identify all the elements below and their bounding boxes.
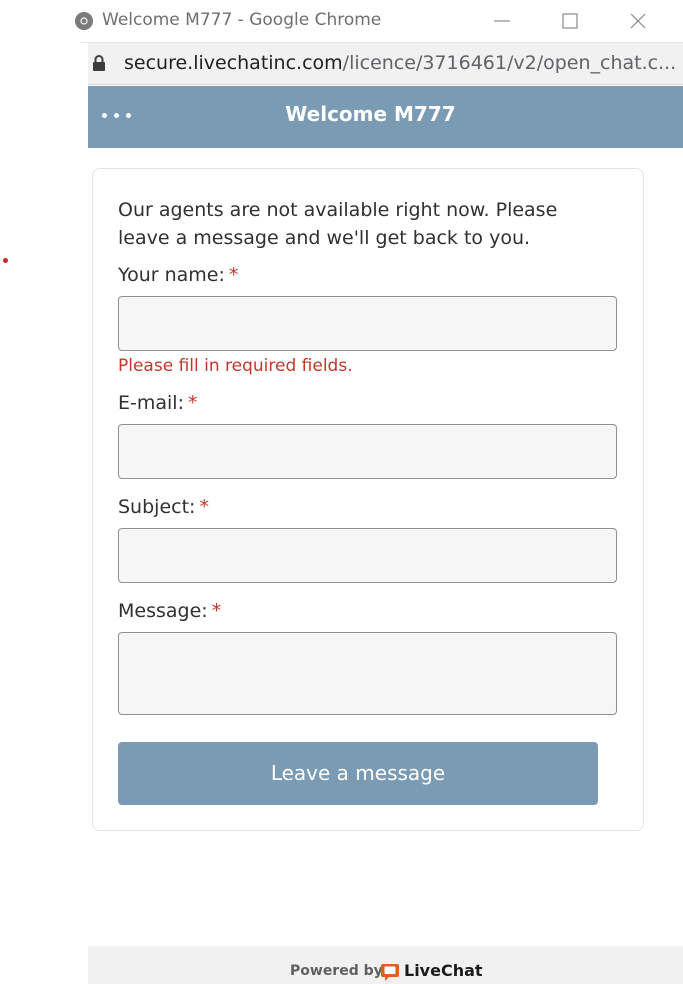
- powered-by-text: Powered by: [290, 963, 383, 979]
- required-marker: *: [199, 496, 209, 518]
- close-icon[interactable]: [626, 9, 650, 33]
- livechat-brand[interactable]: LiveChat: [404, 961, 483, 980]
- red-mark: [3, 258, 8, 263]
- required-marker: *: [228, 264, 239, 286]
- subject-input[interactable]: [118, 528, 617, 583]
- name-input[interactable]: [118, 296, 617, 351]
- chat-window: Welcome M777 - Google Chrome secure.live…: [75, 0, 683, 984]
- leave-message-button[interactable]: Leave a message: [118, 742, 598, 805]
- offline-message: Our agents are not available right now. …: [118, 199, 558, 249]
- message-label: Message: *: [118, 600, 222, 622]
- subject-label: Subject: *: [118, 496, 209, 518]
- lock-icon: [93, 55, 105, 71]
- livechat-logo-icon[interactable]: [380, 962, 400, 982]
- url-text[interactable]: secure.livechatinc.com/licence/3716461/v…: [124, 52, 676, 74]
- required-marker: *: [211, 600, 222, 622]
- address-bar[interactable]: secure.livechatinc.com/licence/3716461/v…: [88, 43, 683, 85]
- minimize-icon[interactable]: [490, 9, 514, 33]
- window-title: Welcome M777 - Google Chrome: [102, 10, 382, 30]
- required-marker: *: [187, 392, 198, 414]
- name-error: Please fill in required fields.: [118, 356, 353, 376]
- maximize-icon[interactable]: [558, 9, 582, 33]
- email-label: E-mail: *: [118, 392, 198, 414]
- name-label: Your name: *: [118, 264, 239, 286]
- chat-header-title: Welcome M777: [285, 102, 456, 126]
- url-path: /licence/3716461/v2/open_chat.c...: [342, 52, 677, 74]
- chrome-icon: [75, 12, 93, 30]
- url-domain: secure.livechatinc.com: [124, 52, 343, 74]
- message-textarea[interactable]: [118, 632, 617, 715]
- window-titlebar: Welcome M777 - Google Chrome: [75, 0, 683, 43]
- email-input[interactable]: [118, 424, 617, 479]
